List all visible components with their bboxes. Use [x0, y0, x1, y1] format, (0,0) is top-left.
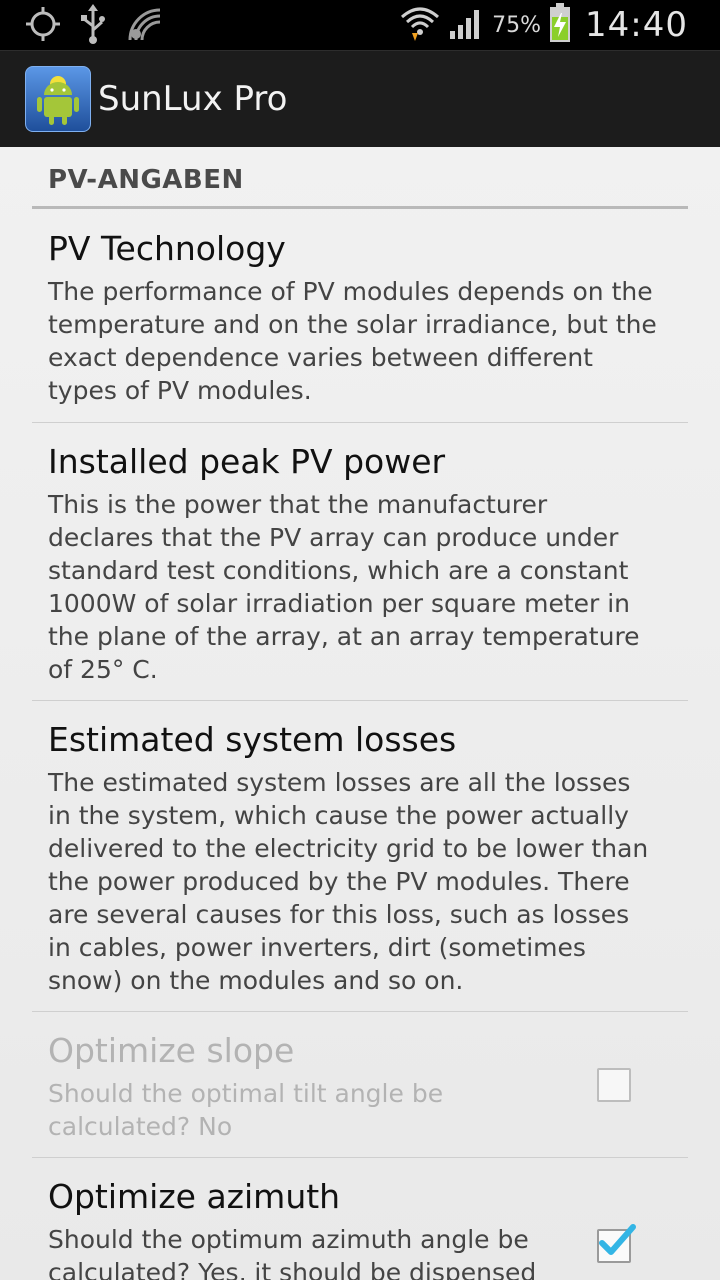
wifi-icon [400, 3, 440, 47]
nfc-icon [124, 4, 164, 48]
gps-icon [24, 5, 62, 47]
section-header: PV-ANGABEN [48, 165, 244, 195]
battery-icon [549, 3, 571, 47]
pref-optimize-azimuth[interactable]: Optimize azimuth Should the optimum azim… [48, 1177, 568, 1280]
pref-summary: The performance of PV modules depends on… [48, 277, 657, 405]
pref-system-losses[interactable]: Estimated system losses The estimated sy… [48, 720, 658, 997]
app-title: SunLux Pro [98, 79, 288, 119]
pref-pv-technology[interactable]: PV Technology The performance of PV modu… [48, 229, 658, 407]
pref-title: Installed peak PV power [48, 442, 446, 481]
divider [32, 700, 688, 701]
divider [32, 422, 688, 423]
battery-percent: 75% [492, 12, 542, 38]
pref-title: Optimize slope [48, 1031, 295, 1070]
pref-summary: This is the power that the manufacturer … [48, 490, 640, 684]
divider [32, 1157, 688, 1158]
preferences-list[interactable]: PV-ANGABEN PV Technology The performance… [0, 147, 720, 1280]
optimize-azimuth-checkbox[interactable] [597, 1224, 636, 1263]
status-bar: 75% 14:40 [0, 0, 720, 50]
status-right-icons: 75% 14:40 [400, 0, 688, 50]
usb-icon [78, 4, 108, 48]
action-bar: SunLux Pro [0, 50, 720, 147]
app-icon[interactable] [25, 66, 91, 132]
clock: 14:40 [585, 5, 688, 45]
pref-optimize-slope[interactable]: Optimize slope Should the optimal tilt a… [48, 1031, 568, 1143]
pref-summary: The estimated system losses are all the … [48, 768, 649, 995]
pref-title: Optimize azimuth [48, 1177, 341, 1216]
checkmark-icon [599, 1224, 636, 1255]
signal-icon [448, 5, 484, 45]
android-robot-icon [37, 76, 79, 125]
pref-title: PV Technology [48, 229, 286, 268]
pref-title: Estimated system losses [48, 720, 457, 759]
pref-summary: Should the optimal tilt angle be calcula… [48, 1079, 444, 1141]
optimize-slope-checkbox[interactable] [597, 1068, 631, 1102]
pref-installed-peak-power[interactable]: Installed peak PV power This is the powe… [48, 442, 658, 686]
section-divider [32, 206, 688, 209]
status-left-icons [24, 4, 164, 48]
divider [32, 1011, 688, 1012]
pref-summary: Should the optimum azimuth angle be calc… [48, 1225, 537, 1280]
